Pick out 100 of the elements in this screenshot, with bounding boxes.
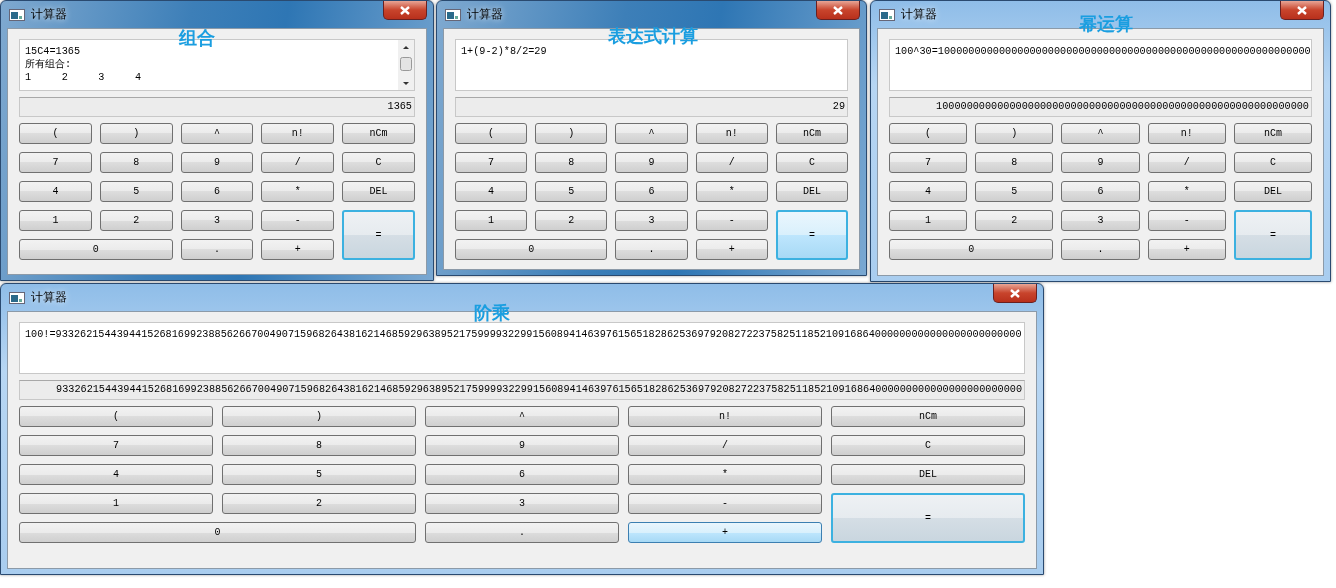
- calculator-key[interactable]: n!: [261, 123, 335, 144]
- calculator-key[interactable]: 9: [180, 152, 254, 173]
- calculator-key[interactable]: =: [1233, 210, 1312, 260]
- calculator-key[interactable]: 8: [222, 435, 416, 456]
- calculator-key[interactable]: 0: [455, 239, 608, 260]
- calculator-key[interactable]: 1: [455, 210, 528, 231]
- calculator-key[interactable]: DEL: [775, 181, 848, 202]
- close-button[interactable]: [816, 1, 860, 20]
- calculator-key[interactable]: n!: [1147, 123, 1226, 144]
- calculator-key[interactable]: ): [535, 123, 608, 144]
- calculator-key[interactable]: 2: [222, 493, 416, 514]
- calculator-key[interactable]: +: [695, 239, 768, 260]
- calculator-key[interactable]: nCm: [831, 406, 1025, 427]
- calculator-key[interactable]: 0: [889, 239, 1054, 260]
- calculator-key[interactable]: +: [1147, 239, 1226, 260]
- calculator-key[interactable]: ^: [615, 123, 688, 144]
- calculator-key[interactable]: ): [222, 406, 416, 427]
- calculator-key[interactable]: 4: [19, 181, 92, 202]
- calculator-key[interactable]: 1: [889, 210, 968, 231]
- calculator-key[interactable]: 4: [455, 181, 528, 202]
- calculator-key[interactable]: (: [19, 406, 213, 427]
- calculator-key[interactable]: .: [1061, 239, 1140, 260]
- calculator-key[interactable]: DEL: [342, 181, 415, 202]
- calculator-key[interactable]: 7: [889, 152, 968, 173]
- calculator-key[interactable]: nCm: [1233, 123, 1312, 144]
- calculator-key[interactable]: 4: [19, 464, 213, 485]
- calculator-key[interactable]: DEL: [1233, 181, 1312, 202]
- calculator-key[interactable]: .: [180, 239, 254, 260]
- calculator-key[interactable]: *: [1147, 181, 1226, 202]
- calculator-key[interactable]: -: [695, 210, 768, 231]
- calculator-key[interactable]: =: [342, 210, 415, 260]
- scrollbar[interactable]: [398, 40, 414, 90]
- calculator-key[interactable]: 5: [975, 181, 1054, 202]
- calculator-key[interactable]: n!: [695, 123, 768, 144]
- calculator-key[interactable]: -: [261, 210, 335, 231]
- calculator-key[interactable]: 6: [425, 464, 619, 485]
- calculator-key[interactable]: 6: [1061, 181, 1140, 202]
- calculator-key[interactable]: /: [261, 152, 335, 173]
- calculator-key[interactable]: (: [889, 123, 968, 144]
- calculator-key[interactable]: 5: [535, 181, 608, 202]
- calculator-key[interactable]: 3: [1061, 210, 1140, 231]
- calculator-key[interactable]: n!: [628, 406, 822, 427]
- calculator-key[interactable]: .: [615, 239, 688, 260]
- calculator-key[interactable]: 3: [425, 493, 619, 514]
- calculator-key[interactable]: +: [261, 239, 335, 260]
- calculator-key[interactable]: nCm: [342, 123, 415, 144]
- close-button[interactable]: [1280, 1, 1324, 20]
- calculator-key[interactable]: 9: [425, 435, 619, 456]
- calculator-key[interactable]: 5: [99, 181, 173, 202]
- calculator-key[interactable]: (: [455, 123, 528, 144]
- calculator-key[interactable]: ): [99, 123, 173, 144]
- calculator-key[interactable]: 8: [99, 152, 173, 173]
- calculator-key[interactable]: 1: [19, 493, 213, 514]
- calculator-key[interactable]: ^: [180, 123, 254, 144]
- calculator-key[interactable]: 5: [222, 464, 416, 485]
- calculator-key[interactable]: 4: [889, 181, 968, 202]
- calculator-key[interactable]: 8: [975, 152, 1054, 173]
- calculator-key[interactable]: ^: [1061, 123, 1140, 144]
- calculator-key[interactable]: C: [775, 152, 848, 173]
- close-button[interactable]: [383, 1, 427, 20]
- calculator-key[interactable]: /: [1147, 152, 1226, 173]
- calculator-key[interactable]: -: [1147, 210, 1226, 231]
- calculator-key[interactable]: 7: [19, 435, 213, 456]
- calculator-key[interactable]: .: [425, 522, 619, 543]
- calculator-key[interactable]: 6: [180, 181, 254, 202]
- calculator-key[interactable]: (: [19, 123, 92, 144]
- calculator-key[interactable]: =: [775, 210, 848, 260]
- calculator-key[interactable]: ): [975, 123, 1054, 144]
- calculator-key[interactable]: 2: [99, 210, 173, 231]
- close-icon: [1010, 288, 1020, 298]
- calculator-key[interactable]: 2: [535, 210, 608, 231]
- result-field: 29: [455, 97, 848, 117]
- calculator-key[interactable]: /: [628, 435, 822, 456]
- calculator-key[interactable]: 2: [975, 210, 1054, 231]
- calculator-key[interactable]: 6: [615, 181, 688, 202]
- calculator-key[interactable]: *: [628, 464, 822, 485]
- calculator-key[interactable]: 3: [615, 210, 688, 231]
- calculator-key[interactable]: C: [831, 435, 1025, 456]
- calculator-key[interactable]: 7: [19, 152, 92, 173]
- calculator-key[interactable]: nCm: [775, 123, 848, 144]
- calculator-key[interactable]: 8: [535, 152, 608, 173]
- calculator-key[interactable]: 0: [19, 239, 173, 260]
- calculator-key[interactable]: 1: [19, 210, 92, 231]
- close-button[interactable]: [993, 284, 1037, 303]
- calculator-key[interactable]: DEL: [831, 464, 1025, 485]
- calculator-key[interactable]: +: [628, 522, 822, 543]
- calculator-key[interactable]: 7: [455, 152, 528, 173]
- calculator-key[interactable]: =: [831, 493, 1025, 543]
- calculator-key[interactable]: -: [628, 493, 822, 514]
- calculator-key[interactable]: /: [695, 152, 768, 173]
- calculator-key[interactable]: *: [695, 181, 768, 202]
- calculator-key[interactable]: 9: [615, 152, 688, 173]
- calculator-key[interactable]: 9: [1061, 152, 1140, 173]
- calculator-key[interactable]: 0: [19, 522, 416, 543]
- result-field: 1365: [19, 97, 415, 117]
- calculator-key[interactable]: C: [342, 152, 415, 173]
- calculator-key[interactable]: ^: [425, 406, 619, 427]
- calculator-key[interactable]: 3: [180, 210, 254, 231]
- calculator-key[interactable]: C: [1233, 152, 1312, 173]
- calculator-key[interactable]: *: [261, 181, 335, 202]
